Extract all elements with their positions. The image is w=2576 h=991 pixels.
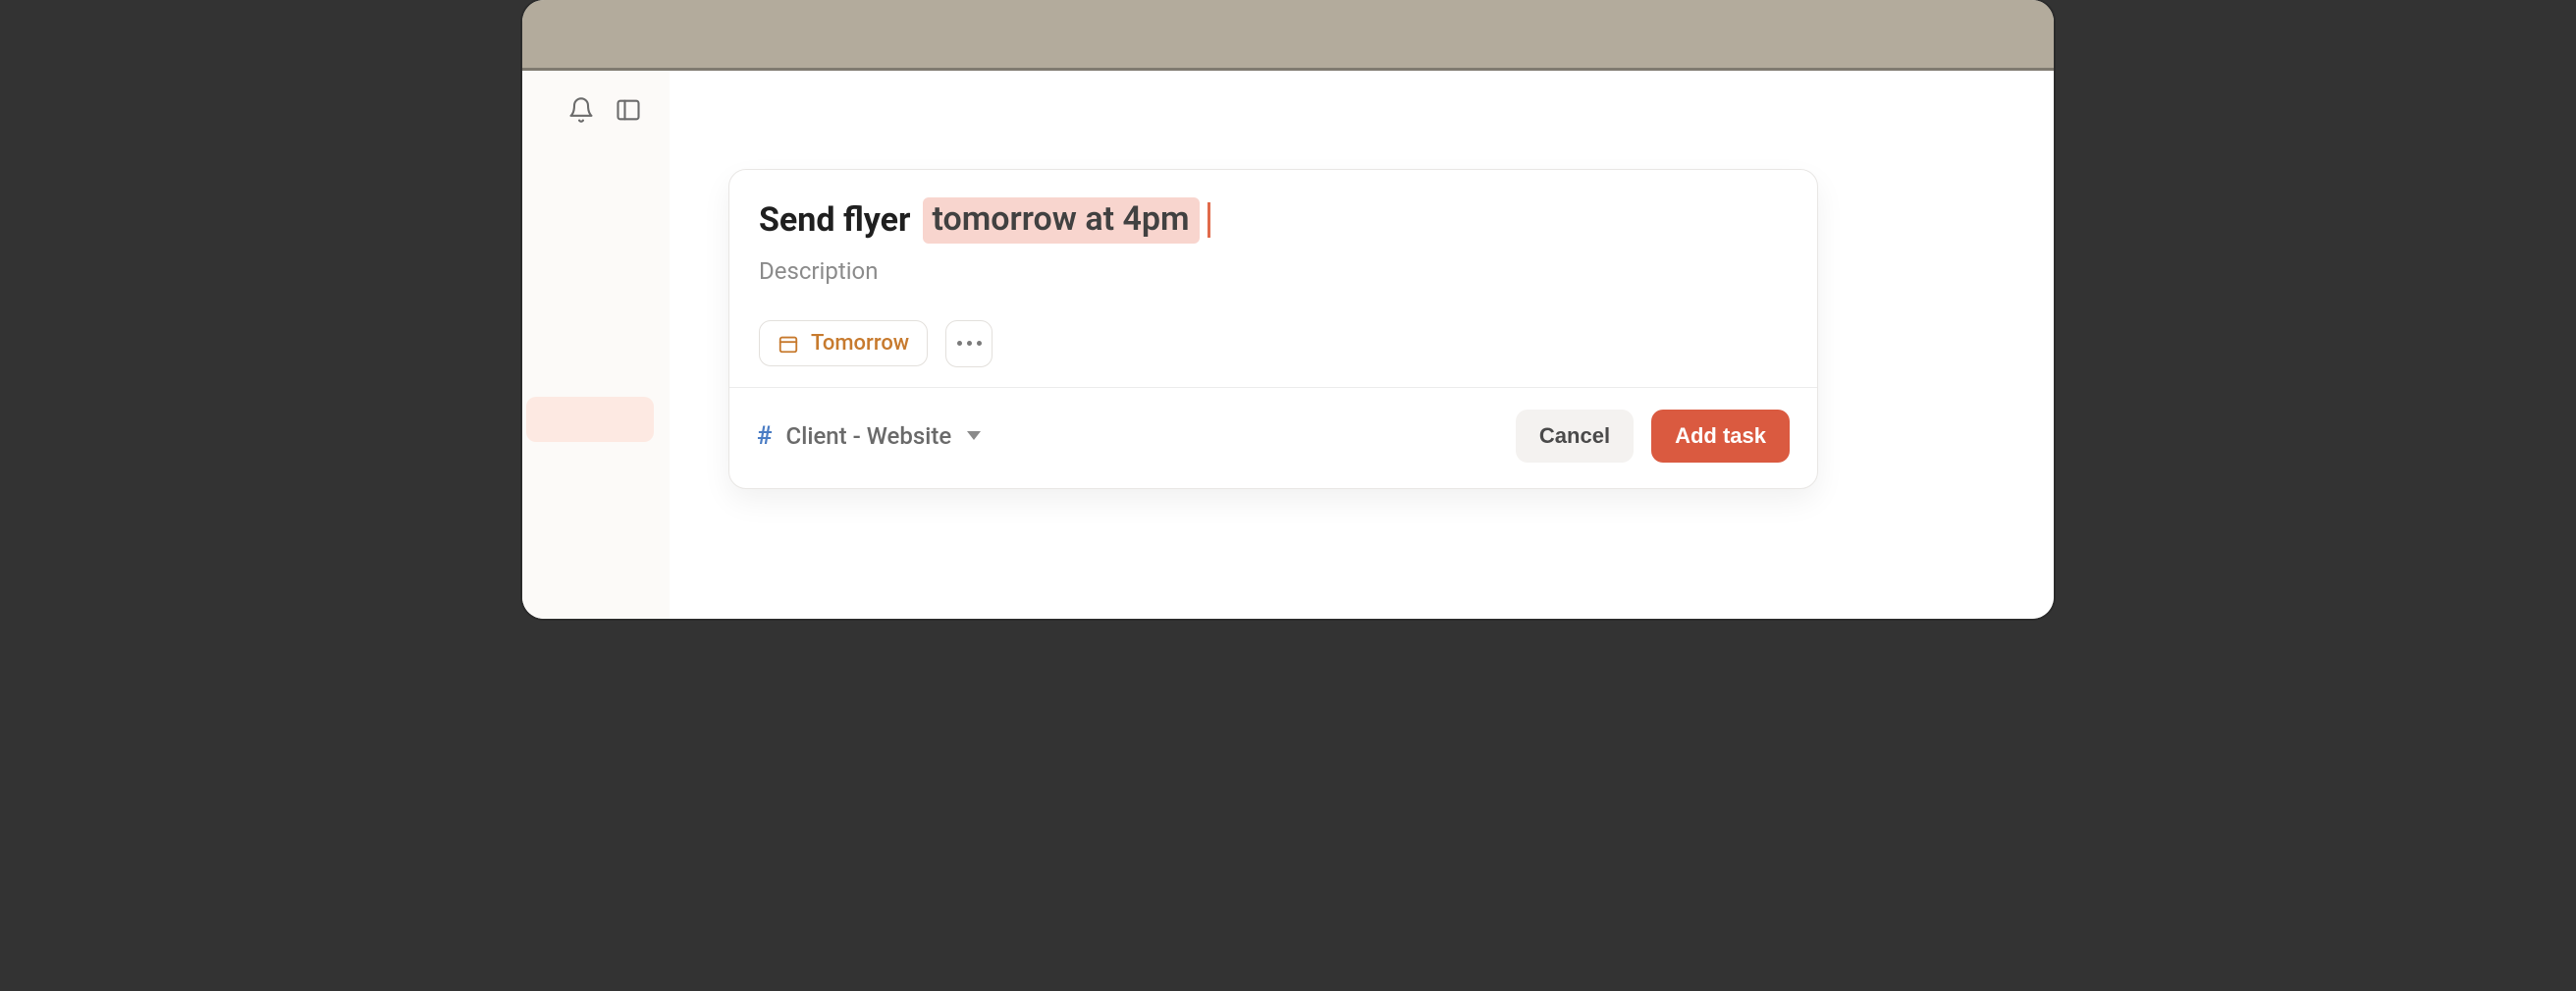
sidebar [522, 71, 670, 619]
more-options-button[interactable] [945, 320, 993, 367]
due-date-chip[interactable]: Tomorrow [759, 320, 928, 366]
app-body: Send flyer tomorrow at 4pm Description [522, 71, 2054, 619]
app-window: Send flyer tomorrow at 4pm Description [522, 0, 2054, 619]
add-task-button[interactable]: Add task [1651, 410, 1790, 463]
sidebar-active-item[interactable] [526, 397, 654, 442]
task-description-input[interactable]: Description [759, 257, 1788, 285]
task-attributes-row: Tomorrow [759, 320, 1788, 367]
task-card-body: Send flyer tomorrow at 4pm Description [729, 170, 1817, 387]
hash-icon: # [757, 421, 773, 451]
notifications-icon[interactable] [567, 96, 595, 124]
text-cursor [1208, 202, 1210, 238]
task-card-footer: # Client - Website Cancel Add task [729, 388, 1817, 488]
task-title-text: Send flyer [759, 200, 911, 241]
chevron-down-icon [967, 431, 981, 440]
window-titlebar [522, 0, 2054, 71]
main-area: Send flyer tomorrow at 4pm Description [670, 71, 2054, 619]
project-selector[interactable]: # Client - Website [757, 421, 981, 451]
project-name: Client - Website [786, 422, 952, 450]
due-date-label: Tomorrow [811, 331, 909, 356]
quick-add-task-card: Send flyer tomorrow at 4pm Description [728, 169, 1818, 489]
cancel-button[interactable]: Cancel [1516, 410, 1634, 463]
panel-toggle-icon[interactable] [615, 96, 642, 124]
task-title-input[interactable]: Send flyer tomorrow at 4pm [759, 197, 1788, 244]
action-buttons: Cancel Add task [1516, 410, 1790, 463]
calendar-icon [778, 333, 799, 355]
task-title-date-token: tomorrow at 4pm [923, 197, 1200, 244]
